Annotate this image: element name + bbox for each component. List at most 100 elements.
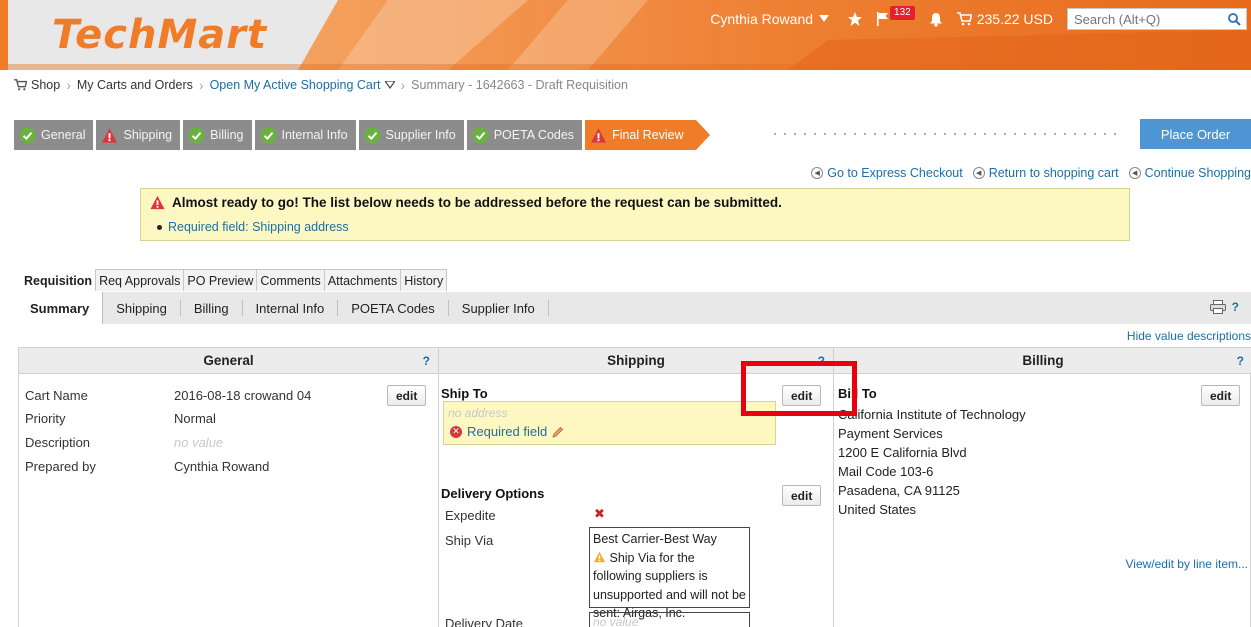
tab-req-approvals[interactable]: Req Approvals [95, 269, 185, 291]
step-supplier-info[interactable]: Supplier Info [358, 120, 464, 150]
express-checkout-label: Go to Express Checkout [827, 166, 963, 180]
tab-history[interactable]: History [400, 269, 448, 291]
error-circle-icon: ✕ [450, 425, 462, 438]
ship-via-value: Best Carrier-Best Way [593, 532, 717, 546]
subtab-shipping[interactable]: Shipping [103, 300, 181, 316]
tab-attachments[interactable]: Attachments [323, 269, 402, 291]
cart-total: 235.22 USD [976, 11, 1053, 27]
ship-via-box: Best Carrier-Best Way Ship Via for the f… [589, 527, 750, 620]
ship-to-edit-button[interactable]: edit [782, 385, 822, 406]
user-menu[interactable]: Cynthia Rowand [710, 11, 830, 27]
tab-comments[interactable]: Comments [256, 269, 325, 291]
help-icon[interactable]: ? [818, 354, 825, 368]
field-label: Description [25, 435, 91, 450]
main-tabs: Requisition Req Approvals PO Preview Com… [20, 269, 448, 291]
step-general[interactable]: General [14, 120, 94, 150]
step-shipping[interactable]: Shipping [96, 120, 181, 150]
back-arrow-icon: ◀ [811, 167, 824, 179]
breadcrumb-current: Summary - 1642663 - Draft Requisition [411, 78, 628, 92]
no-address-text: no address [448, 406, 508, 420]
search-button[interactable] [1224, 9, 1244, 29]
help-icon[interactable]: ? [1237, 354, 1244, 368]
breadcrumb: Shop › My Carts and Orders › Open My Act… [14, 74, 628, 96]
general-title: General [203, 353, 254, 368]
required-field-link[interactable]: ✕ Required field [450, 424, 564, 439]
breadcrumb-carts-orders[interactable]: My Carts and Orders [77, 78, 193, 92]
subtab-internal-info[interactable]: Internal Info [243, 300, 339, 316]
search-input[interactable] [1074, 11, 1224, 27]
tab-requisition[interactable]: Requisition [20, 269, 97, 291]
warning-required-shipping-link[interactable]: Required field: Shipping address [168, 220, 349, 234]
check-circle-icon [188, 127, 205, 144]
priority-value: Normal [174, 411, 216, 426]
view-edit-by-line-item-link[interactable]: View/edit by line item... [1125, 557, 1248, 571]
breadcrumb-active-cart[interactable]: Open My Active Shopping Cart [210, 78, 381, 92]
bill-to-title: Bill To [838, 386, 877, 401]
express-checkout-link[interactable]: ◀ Go to Express Checkout [811, 166, 963, 180]
favorites-star-icon[interactable] [847, 11, 863, 27]
breadcrumb-separator: › [400, 77, 406, 93]
summary-panels: General ? edit Cart Name 2016-08-18 crow… [18, 347, 1251, 627]
breadcrumb-shop[interactable]: Shop [31, 78, 60, 92]
flag-icon [877, 12, 889, 26]
step-label: Final Review [612, 128, 684, 142]
step-internal-info[interactable]: Internal Info [254, 120, 356, 150]
quick-links: ◀ Go to Express Checkout ◀ Return to sho… [811, 166, 1251, 180]
ship-to-address-box: no address ✕ Required field [443, 401, 776, 445]
bill-to-edit-button[interactable]: edit [1201, 385, 1241, 406]
subtab-supplier-info[interactable]: Supplier Info [449, 300, 549, 316]
general-edit-button[interactable]: edit [387, 385, 427, 406]
delivery-date-value: no value [593, 615, 639, 627]
check-circle-icon [260, 127, 277, 144]
user-name: Cynthia Rowand [710, 11, 814, 27]
step-label: Internal Info [281, 128, 348, 142]
prepared-by-value: Cynthia Rowand [174, 459, 270, 474]
address-line: Mail Code 103-6 [838, 464, 934, 479]
shipping-title: Shipping [607, 353, 665, 368]
address-line: United States [838, 502, 917, 517]
tab-po-preview[interactable]: PO Preview [183, 269, 258, 291]
step-poeta-codes[interactable]: POETA Codes [466, 120, 583, 150]
flag-notifications[interactable]: 132 [877, 6, 915, 26]
billing-title: Billing [1022, 353, 1064, 368]
warning-triangle-icon [150, 195, 165, 210]
techmart-logo[interactable]: TechMart [52, 12, 267, 58]
step-final-review[interactable]: Final Review [585, 120, 710, 150]
breadcrumb-separator: › [198, 77, 204, 93]
step-label: Shipping [123, 128, 173, 142]
subtab-poeta-codes[interactable]: POETA Codes [338, 300, 449, 316]
cart-summary[interactable]: 235.22 USD [956, 11, 1053, 27]
check-circle-icon [472, 127, 489, 144]
caret-down-icon[interactable] [384, 81, 395, 89]
step-billing[interactable]: Billing [183, 120, 252, 150]
return-cart-link[interactable]: ◀ Return to shopping cart [972, 166, 1119, 180]
place-order-button[interactable]: Place Order [1140, 119, 1251, 149]
delivery-date-box: no value [589, 612, 750, 627]
ship-to-title: Ship To [441, 386, 488, 401]
printer-icon[interactable] [1209, 300, 1226, 314]
ship-via-label: Ship Via [445, 533, 494, 548]
continue-shopping-link[interactable]: ◀ Continue Shopping [1128, 166, 1251, 180]
help-icon[interactable]: ? [423, 354, 430, 368]
flag-count-badge: 132 [890, 6, 915, 20]
back-arrow-icon: ◀ [1128, 167, 1141, 179]
subtab-summary[interactable]: Summary [18, 292, 104, 324]
warning-title: Almost ready to go! The list below needs… [172, 195, 782, 210]
subtab-billing[interactable]: Billing [181, 300, 243, 316]
check-circle-icon [19, 127, 36, 144]
warning-triangle-icon [590, 127, 607, 144]
cart-name-value: 2016-08-18 crowand 04 [174, 388, 312, 403]
app-header: TechMart Cynthia Rowand 132 235.22 USD [0, 0, 1251, 70]
bell-icon[interactable] [929, 12, 943, 27]
hide-value-descriptions-link[interactable]: Hide value descriptions [1127, 329, 1251, 343]
address-line: Pasadena, CA 91125 [838, 483, 960, 498]
checkout-steps: General Shipping Billing Internal Info S… [14, 120, 710, 150]
help-icon[interactable]: ? [1232, 300, 1239, 314]
delivery-options-title: Delivery Options [441, 486, 545, 501]
delivery-options-edit-button[interactable]: edit [782, 485, 822, 506]
field-label: Cart Name [25, 388, 88, 403]
return-cart-label: Return to shopping cart [988, 166, 1119, 180]
address-line: California Institute of Technology [838, 407, 1026, 422]
shipping-panel: Shipping ? Ship To edit no address ✕ Req… [439, 348, 834, 627]
warning-triangle-icon [101, 127, 118, 144]
